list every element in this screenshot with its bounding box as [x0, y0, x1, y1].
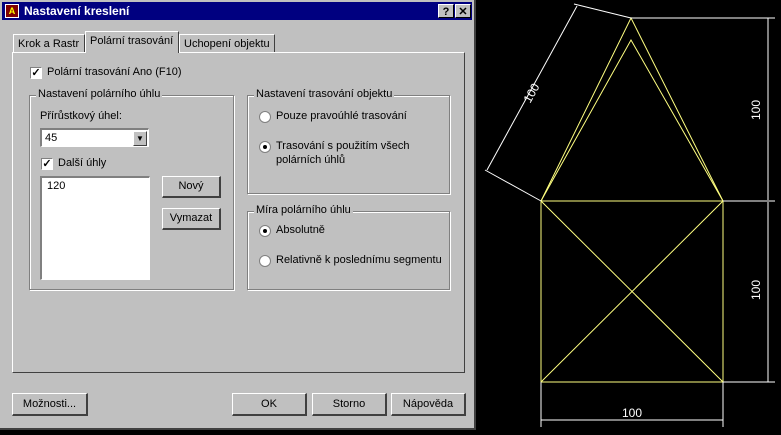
dim-text-bottom: 100 [622, 406, 642, 420]
tab-panel-polar-tracking: ✓ Polární trasování Ano (F10) Nastavení … [12, 52, 465, 373]
dim-text-right-upper: 100 [749, 100, 763, 120]
new-angle-button[interactable]: Nový [162, 176, 221, 198]
cancel-button[interactable]: Storno [312, 393, 387, 416]
options-button[interactable]: Možnosti... [12, 393, 88, 416]
radio-absolute-label[interactable]: Absolutně [276, 224, 325, 236]
tab-snap-grid[interactable]: Krok a Rastr [13, 34, 85, 53]
increment-angle-dropdown[interactable]: 45 ▼ [40, 128, 149, 147]
polar-measure-group-title: Míra polárního úhlu [254, 204, 353, 216]
title-bar[interactable]: A Nastavení kreslení ? ✕ [2, 2, 472, 20]
cancel-button-label: Storno [332, 398, 366, 410]
polar-angle-group: Nastavení polárního úhlu Přírůstkový úhe… [29, 88, 234, 290]
additional-angles-list[interactable]: 120 [40, 176, 150, 280]
polar-measure-group: Míra polárního úhlu Absolutně Relativně … [247, 204, 450, 290]
help-button[interactable]: Nápověda [391, 393, 466, 416]
object-tracking-group-title: Nastavení trasování objektu [254, 88, 395, 100]
increment-angle-label: Přírůstkový úhel: [40, 110, 122, 122]
delete-angle-button-label: Vymazat [169, 212, 213, 224]
increment-angle-value: 45 [45, 132, 58, 144]
options-button-label: Možnosti... [22, 398, 77, 410]
help-title-button[interactable]: ? [438, 4, 454, 18]
app-icon: A [5, 4, 19, 18]
radio-absolute[interactable] [259, 225, 271, 237]
dialog-title: Nastavení kreslení [24, 4, 130, 18]
radio-all-polar-angles-label-2[interactable]: polárních úhlů [276, 154, 345, 166]
list-item[interactable]: 120 [47, 180, 65, 192]
close-icon[interactable]: ✕ [455, 4, 471, 18]
ok-button-label: OK [261, 398, 277, 410]
radio-relative[interactable] [259, 255, 271, 267]
tab-object-snap[interactable]: Uchopení objektu [179, 34, 275, 53]
radio-orthogonal-only[interactable] [259, 111, 271, 123]
drawing-settings-dialog: A Nastavení kreslení ? ✕ Krok a Rastr Po… [0, 0, 476, 430]
chevron-down-icon[interactable]: ▼ [133, 131, 147, 146]
additional-angles-label[interactable]: Další úhly [58, 157, 106, 169]
tab-polar-tracking[interactable]: Polární trasování [85, 31, 179, 53]
polar-tracking-checkbox[interactable]: ✓ [30, 67, 42, 79]
polar-angle-group-title: Nastavení polárního úhlu [36, 88, 163, 100]
radio-orthogonal-only-label[interactable]: Pouze pravoúhlé trasování [276, 110, 407, 122]
delete-angle-button[interactable]: Vymazat [162, 208, 221, 230]
ok-button[interactable]: OK [232, 393, 307, 416]
additional-angles-checkbox[interactable]: ✓ [41, 158, 53, 170]
radio-relative-label[interactable]: Relativně k poslednímu segmentu [276, 254, 442, 266]
object-tracking-group: Nastavení trasování objektu Pouze pravoú… [247, 88, 450, 194]
help-button-label: Nápověda [402, 398, 454, 410]
radio-all-polar-angles[interactable] [259, 141, 271, 153]
polar-tracking-label[interactable]: Polární trasování Ano (F10) [47, 66, 182, 78]
new-angle-button-label: Nový [178, 180, 204, 192]
radio-all-polar-angles-label-1[interactable]: Trasování s použitím všech [276, 140, 409, 152]
dim-text-right-lower: 100 [749, 280, 763, 300]
